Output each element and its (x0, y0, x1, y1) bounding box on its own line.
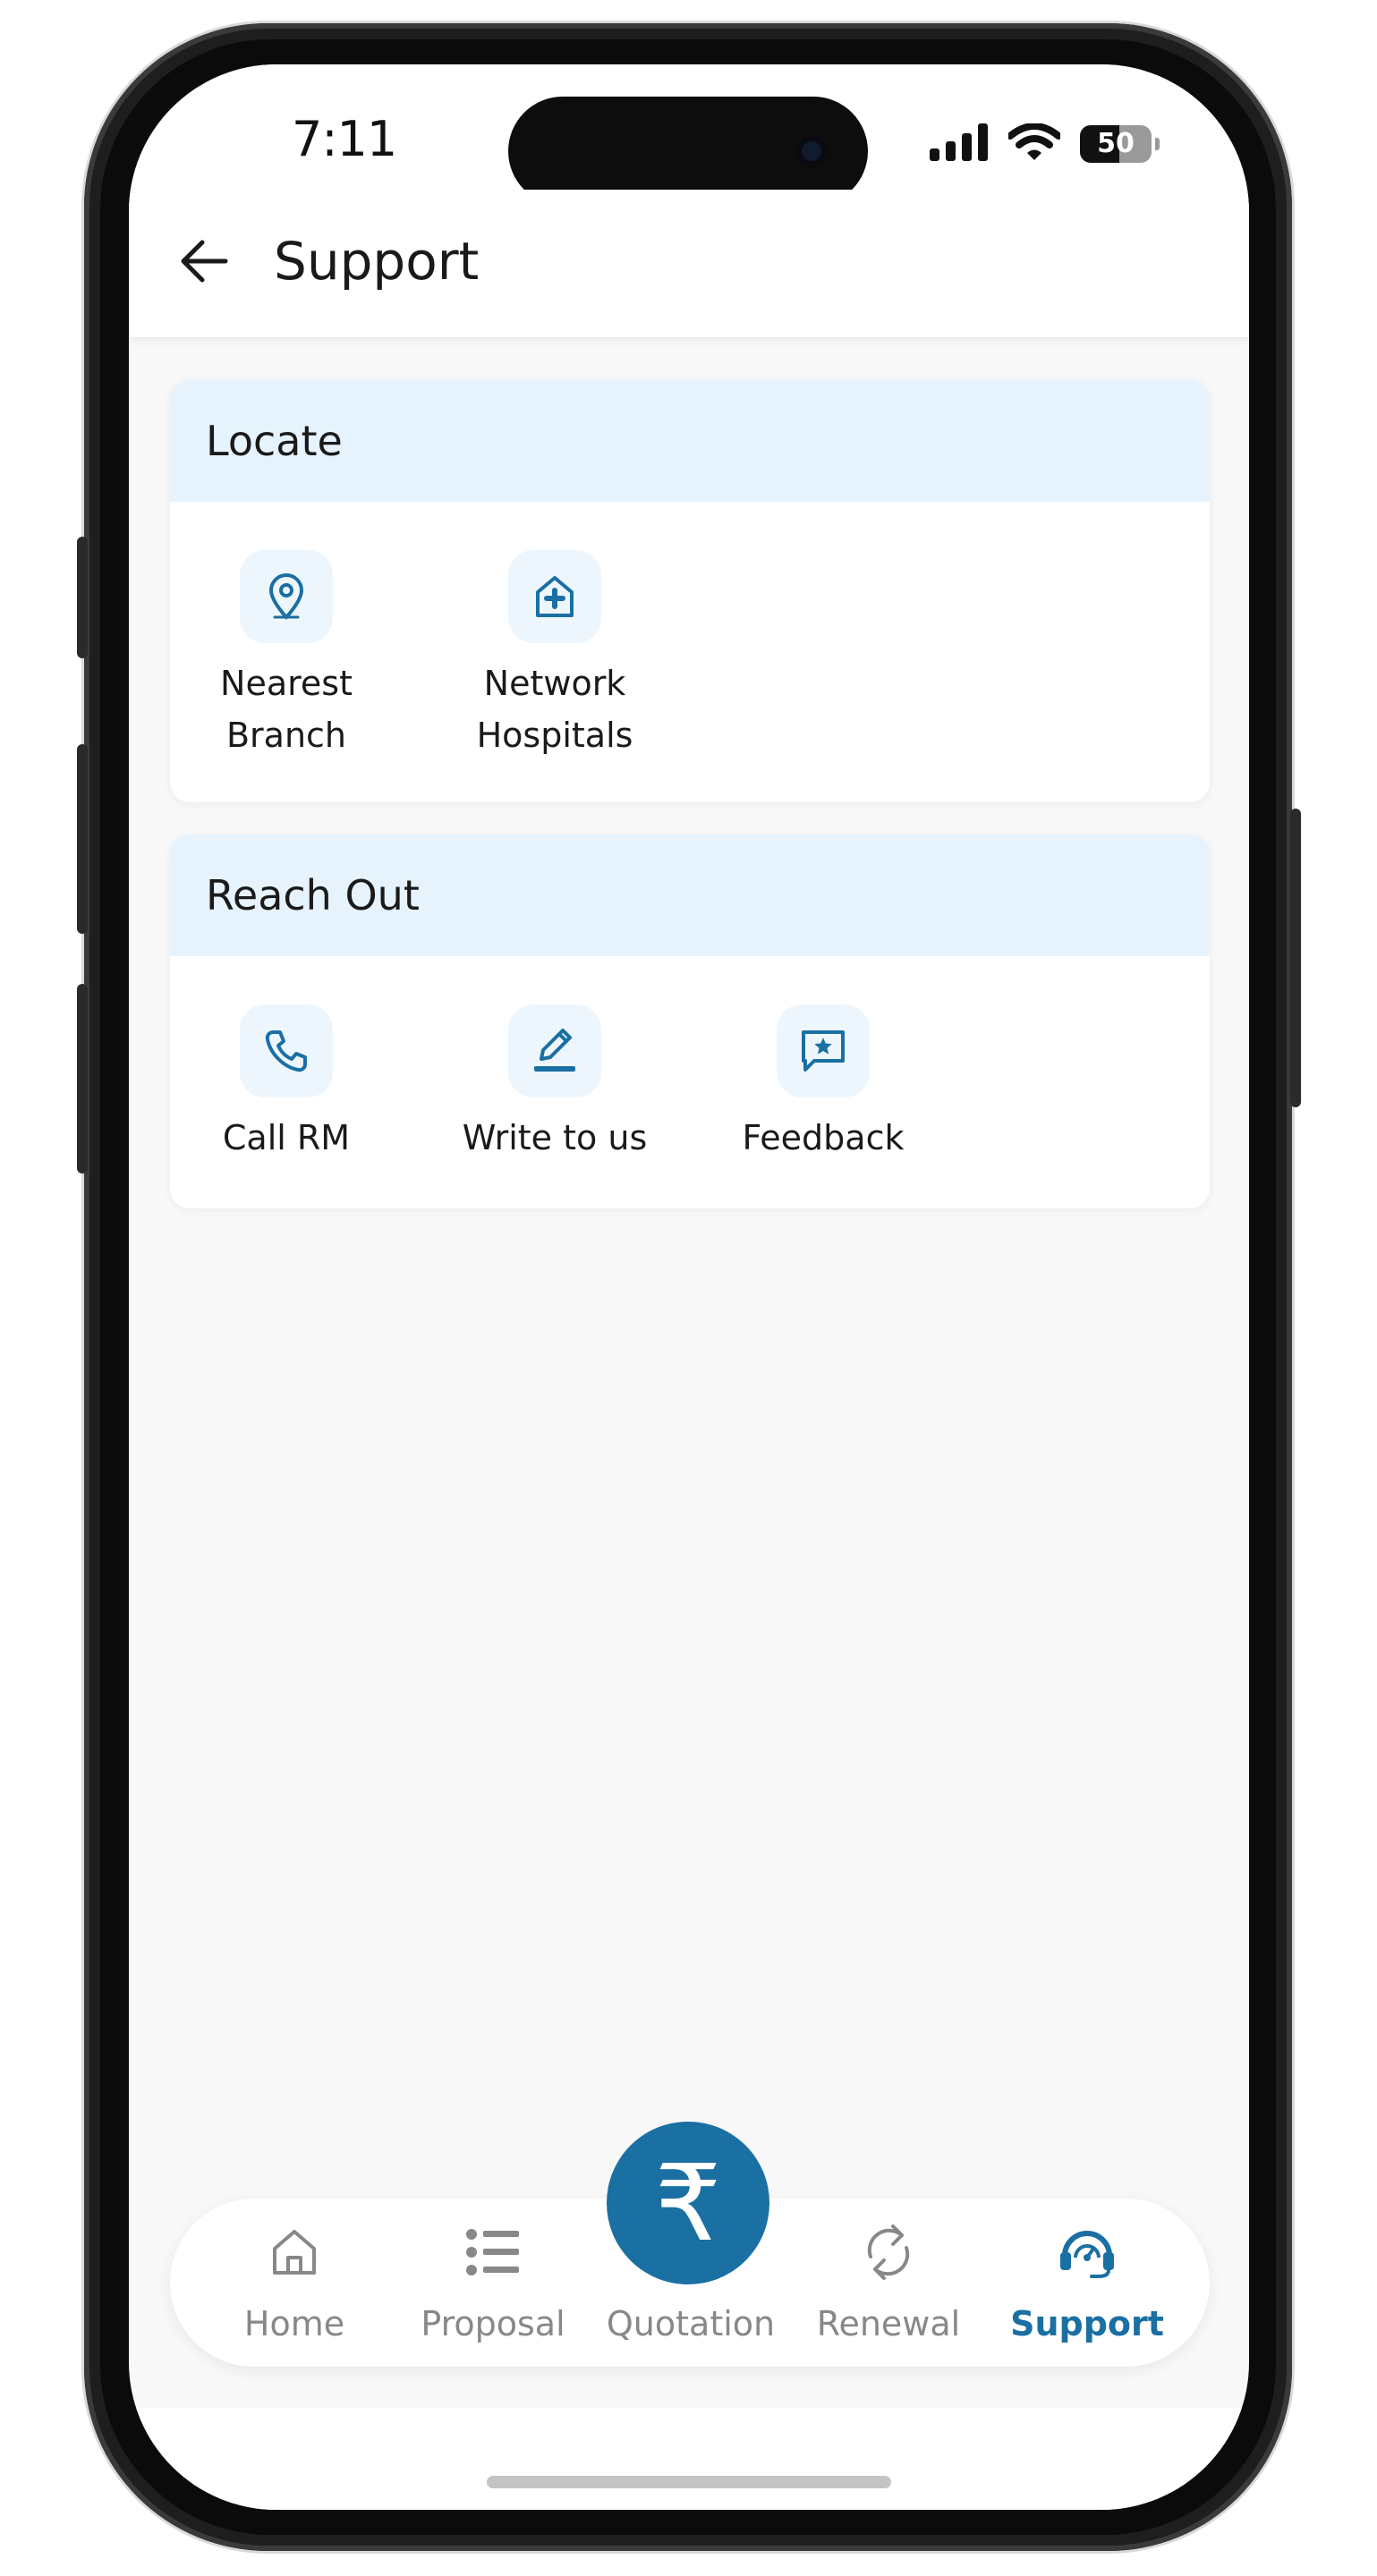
nav-quotation-label: Quotation (606, 2304, 776, 2343)
nav-renewal-label: Renewal (816, 2304, 961, 2343)
write-to-us-label: Write to us (462, 1118, 648, 1157)
hospital-icon (508, 550, 601, 643)
locate-card: Locate Nearest Branch Network Hospitals (170, 380, 1210, 802)
network-hospitals-button[interactable]: Network Hospitals (447, 550, 662, 761)
feedback-label: Feedback (742, 1118, 905, 1157)
pencil-icon (508, 1004, 601, 1097)
screen: 7:11 50 Support Locate Nearest Branch Ne… (129, 64, 1249, 2510)
write-to-us-button[interactable]: Write to us (447, 1004, 662, 1164)
home-indicator[interactable] (487, 2476, 891, 2488)
location-pin-icon (240, 550, 333, 643)
network-hospitals-label-1: Network (483, 664, 626, 703)
bottom-safe-area (129, 2408, 1249, 2510)
list-icon (394, 2218, 592, 2286)
home-icon (195, 2218, 394, 2286)
app-header: Support (129, 190, 1249, 339)
battery-tip (1155, 138, 1160, 150)
status-icons: 50 (930, 123, 1160, 165)
battery-level: 50 (1097, 128, 1135, 159)
nav-support[interactable]: Support (988, 2199, 1186, 2367)
feedback-button[interactable]: Feedback (716, 1004, 931, 1164)
call-rm-label: Call RM (222, 1118, 351, 1157)
reach-out-card: Reach Out Call RM Write to us Feedback (170, 835, 1210, 1208)
refresh-icon (789, 2218, 988, 2286)
volume-up-button (77, 744, 88, 934)
rupee-icon: ₹ (654, 2141, 722, 2265)
page-title: Support (274, 231, 480, 292)
status-time: 7:11 (292, 111, 397, 167)
nav-proposal[interactable]: Proposal (394, 2199, 592, 2367)
nav-home[interactable]: Home (195, 2199, 394, 2367)
volume-down-button (77, 984, 88, 1174)
nav-home-label: Home (243, 2304, 345, 2343)
nearest-branch-label-2: Branch (225, 716, 347, 755)
nearest-branch-label-1: Nearest (220, 664, 353, 703)
nav-support-label: Support (1010, 2304, 1164, 2343)
signal-icon (930, 123, 989, 165)
network-hospitals-label-2: Hospitals (476, 716, 633, 755)
quotation-fab-button[interactable]: ₹ (607, 2122, 769, 2284)
locate-card-title: Locate (170, 380, 1210, 502)
phone-icon (240, 1004, 333, 1097)
support-headset-icon (988, 2218, 1186, 2286)
reach-out-card-title: Reach Out (170, 835, 1210, 956)
front-camera (796, 136, 827, 166)
feedback-star-icon (777, 1004, 870, 1097)
status-bar: 7:11 50 (129, 64, 1249, 206)
nav-renewal[interactable]: Renewal (789, 2199, 988, 2367)
call-rm-button[interactable]: Call RM (179, 1004, 394, 1164)
nearest-branch-button[interactable]: Nearest Branch (179, 550, 394, 761)
back-button[interactable] (175, 233, 233, 290)
wifi-icon (1007, 123, 1062, 165)
action-button (77, 537, 88, 658)
power-button (1290, 809, 1301, 1107)
nav-proposal-label: Proposal (421, 2304, 565, 2343)
arrow-left-icon (181, 240, 228, 283)
battery-icon: 50 (1080, 125, 1152, 163)
